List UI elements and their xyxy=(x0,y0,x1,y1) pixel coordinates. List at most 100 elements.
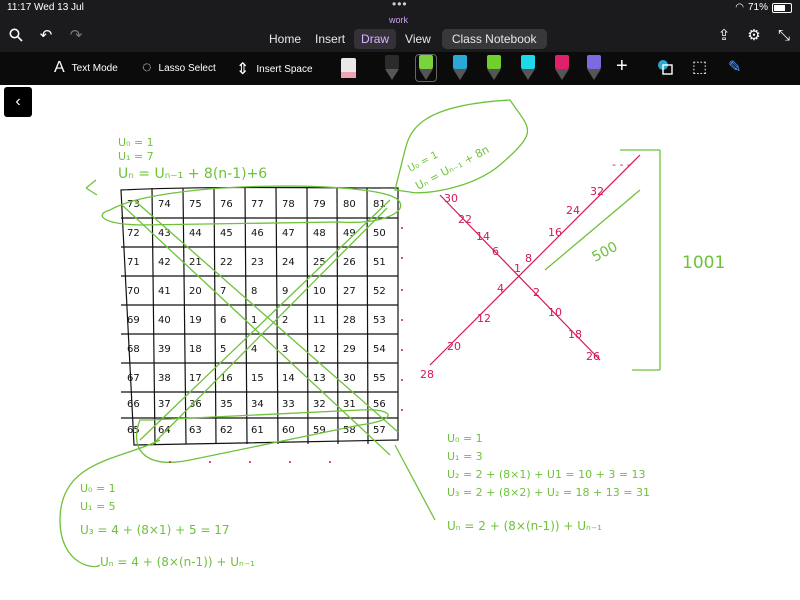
bracket-label: 1001 xyxy=(682,253,725,273)
grid-cell-number: 20 xyxy=(189,286,202,297)
notebook-title[interactable]: work xyxy=(389,15,408,25)
grid-cell-number: 70 xyxy=(127,286,140,297)
grid-cell-number: 14 xyxy=(282,373,295,384)
grid-cell-number: 54 xyxy=(373,344,386,355)
grid-cell-number: 5 xyxy=(220,344,226,355)
grid-cell-number: 64 xyxy=(158,425,171,436)
grid-cell-number: 51 xyxy=(373,257,386,268)
share-icon[interactable]: ⇪ xyxy=(714,24,734,46)
grid-cell-number: 30 xyxy=(343,373,356,384)
search-icon[interactable] xyxy=(6,24,26,46)
grid-cell-number: 45 xyxy=(220,228,233,239)
grid-cell-number: 74 xyxy=(158,199,171,210)
cyan-highlighter-icon[interactable] xyxy=(518,55,538,81)
pink-number: 18 xyxy=(568,328,582,341)
pink-number: 16 xyxy=(548,226,562,239)
settings-gear-icon[interactable]: ⚙ xyxy=(744,24,764,46)
note-tl-2: Uₙ = Uₙ₋₁ + 8(n-1)+6 xyxy=(118,166,267,182)
grid-cell-number: 57 xyxy=(373,425,386,436)
status-time: 11:17 xyxy=(7,2,32,13)
note-br-0: U₀ = 1 xyxy=(447,432,483,445)
shapes-icon[interactable] xyxy=(656,58,674,76)
green-notes: U₀ = 1 U₁ = 7 Uₙ = Uₙ₋₁ + 8(n-1)+6 U₀ = … xyxy=(80,136,725,569)
tab-bar: Home Insert Draw View Class Notebook xyxy=(262,28,547,50)
grid-cell-number: 77 xyxy=(251,199,264,210)
tab-insert[interactable]: Insert xyxy=(308,29,352,49)
grid-cell-number: 46 xyxy=(251,228,264,239)
pink-number: 30 xyxy=(444,192,458,205)
redo-icon[interactable]: ↷ xyxy=(66,24,86,46)
grid-cell-number: 18 xyxy=(189,344,202,355)
grid-cell-number: 22 xyxy=(220,257,233,268)
grid-cell-number: 26 xyxy=(343,257,356,268)
grid-cell-number: 13 xyxy=(313,373,326,384)
pink-number: 20 xyxy=(447,340,461,353)
pink-number: 6 xyxy=(492,245,499,258)
grid-cell-number: 6 xyxy=(220,315,226,326)
grid-cell-number: 79 xyxy=(313,199,326,210)
pink-number: - - - xyxy=(612,158,631,171)
pink-number: 2 xyxy=(533,286,540,299)
ink-replay-icon[interactable]: ✎ xyxy=(728,57,741,77)
undo-icon[interactable]: ↶ xyxy=(36,24,56,46)
grid-cell-number: 50 xyxy=(373,228,386,239)
lasso-select-label: Lasso Select xyxy=(158,62,216,74)
note-canvas[interactable]: 73 74 75 76 77 78 79 80 8172 43 44 45 46 47 48 49 5071 42… xyxy=(0,85,800,600)
note-bl-1: U₁ = 5 xyxy=(80,500,116,513)
pink-number: 22 xyxy=(458,213,472,226)
pink-number: 28 xyxy=(420,368,434,381)
grid-cell-number: 28 xyxy=(343,315,356,326)
grid-cell-number: 55 xyxy=(373,373,386,384)
tab-class-notebook[interactable]: Class Notebook xyxy=(441,29,547,49)
grid-cell-number: 78 xyxy=(282,199,295,210)
ink-to-shape-icon[interactable]: ⬚ xyxy=(692,57,707,77)
status-right: ◠ 71% xyxy=(735,2,792,13)
note-br-1: U₁ = 3 xyxy=(447,450,483,463)
lime-pen-icon[interactable] xyxy=(484,55,504,81)
diag-label: 500 xyxy=(589,239,620,266)
grid-cell-number: 81 xyxy=(373,199,386,210)
grid-cell-number: 43 xyxy=(158,228,171,239)
eraser-icon[interactable] xyxy=(341,58,356,78)
grid-cell-number: 37 xyxy=(158,399,171,410)
grid-cell-number: 69 xyxy=(127,315,140,326)
tab-draw[interactable]: Draw xyxy=(354,29,397,49)
purple-pen-icon[interactable] xyxy=(584,55,604,81)
lasso-select-button[interactable]: ◌ Lasso Select xyxy=(142,59,216,77)
pink-number: 1 xyxy=(514,262,521,275)
collapse-icon[interactable]: ⤡ xyxy=(774,24,794,46)
blue-pen-icon[interactable] xyxy=(450,55,470,81)
more-dots-icon[interactable]: ••• xyxy=(392,0,408,11)
text-mode-button[interactable]: A Text Mode xyxy=(54,59,118,77)
pink-number-cross xyxy=(429,154,641,366)
green-pen-icon[interactable] xyxy=(415,54,437,82)
grid-cell-number: 44 xyxy=(189,228,202,239)
grid-cell-number: 24 xyxy=(282,257,295,268)
pink-number: 8 xyxy=(525,252,532,265)
grid-cell-number: 72 xyxy=(127,228,140,239)
text-mode-label: Text Mode xyxy=(71,62,118,74)
grid-cell-number: 41 xyxy=(158,286,171,297)
pink-number: 32 xyxy=(590,185,604,198)
text-mode-icon: A xyxy=(54,59,65,76)
grid-cell-number: 38 xyxy=(158,373,171,384)
note-tr-1: Uₙ = Uₙ₋₁ + 8n xyxy=(413,143,491,193)
insert-space-label: Insert Space xyxy=(256,63,313,75)
tab-home[interactable]: Home xyxy=(262,29,308,49)
black-pen-icon[interactable] xyxy=(382,55,402,81)
note-br-2: U₂ = 2 + (8×1) + U1 = 10 + 3 = 13 xyxy=(447,468,646,481)
grid-cell-number: 25 xyxy=(313,257,326,268)
insert-space-button[interactable]: ⇕ Insert Space xyxy=(236,59,313,79)
add-pen-button[interactable]: + xyxy=(616,55,628,78)
grid-cell-number: 52 xyxy=(373,286,386,297)
note-bl-0: U₀ = 1 xyxy=(80,482,116,495)
grid-cell-number: 11 xyxy=(313,315,326,326)
grid-cell-number: 1 xyxy=(251,315,257,326)
grid-cell-number: 67 xyxy=(127,373,140,384)
grid-cell-number: 42 xyxy=(158,257,171,268)
grid-cell-number: 47 xyxy=(282,228,295,239)
tab-view[interactable]: View xyxy=(398,29,438,49)
pink-number: 26 xyxy=(586,350,600,363)
grid-cell-number: 68 xyxy=(127,344,140,355)
pink-pen-icon[interactable] xyxy=(552,55,572,81)
